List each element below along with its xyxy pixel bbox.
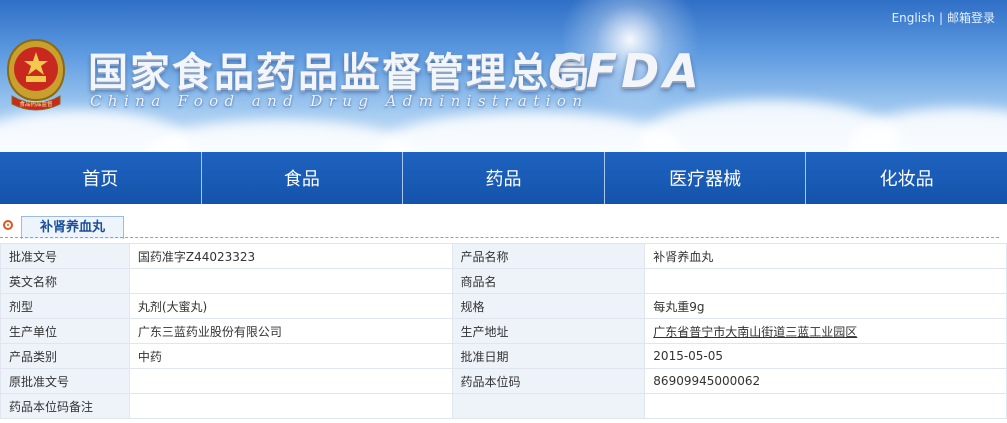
- national-emblem-icon: 食品药品监督: [6, 38, 66, 111]
- field-value: 2015-05-05: [644, 343, 1007, 369]
- cloud-decoration: [850, 108, 1007, 152]
- field-label: 英文名称: [0, 268, 130, 294]
- link-separator: |: [938, 11, 943, 25]
- nav-item-home[interactable]: 首页: [0, 152, 202, 204]
- field-label: 生产地址: [451, 318, 646, 344]
- site-title-en: China Food and Drug Administration: [90, 92, 589, 110]
- field-value: [128, 368, 453, 394]
- table-row: 生产单位 广东三蓝药业股份有限公司 生产地址 广东省普宁市大南山街道三蓝工业园区: [0, 318, 1007, 344]
- field-value: 86909945000062: [644, 368, 1007, 394]
- field-value: 补肾养血丸: [644, 243, 1007, 269]
- emblem-caption: 食品药品监督: [19, 100, 53, 108]
- field-value: 丸剂(大蜜丸): [128, 293, 453, 319]
- field-value: 广东省普宁市大南山街道三蓝工业园区: [644, 318, 1007, 344]
- field-label: 剂型: [0, 293, 130, 319]
- cloud-decoration: [380, 112, 680, 152]
- table-row: 产品类别 中药 批准日期 2015-05-05: [0, 343, 1007, 369]
- nav-item-drugs[interactable]: 药品: [403, 152, 605, 204]
- field-value: 中药: [128, 343, 453, 369]
- mail-login-link[interactable]: 邮箱登录: [947, 11, 995, 25]
- field-value: 国药准字Z44023323: [128, 243, 453, 269]
- address-link[interactable]: 广东省普宁市大南山街道三蓝工业园区: [653, 325, 857, 339]
- site-title-cn: 国家食品药品监督管理总局: [88, 49, 592, 96]
- field-label: 商品名: [451, 268, 646, 294]
- site-banner: English | 邮箱登录 食品药品监督 国家食品药品监督管理总局 China F…: [0, 0, 1007, 152]
- field-label: 生产单位: [0, 318, 130, 344]
- cfda-logo: CFDA: [548, 44, 703, 98]
- table-row: 原批准文号 药品本位码 86909945000062: [0, 368, 1007, 394]
- nav-item-food[interactable]: 食品: [201, 152, 404, 204]
- field-value: [644, 268, 1007, 294]
- field-label: 药品本位码: [451, 368, 646, 394]
- field-label: 产品名称: [451, 243, 646, 269]
- field-label: 产品类别: [0, 343, 130, 369]
- english-link[interactable]: English: [892, 11, 935, 25]
- nav-item-medical-devices[interactable]: 医疗器械: [604, 152, 807, 204]
- section-header: 补肾养血丸: [0, 204, 1007, 240]
- nav-item-cosmetics[interactable]: 化妆品: [806, 152, 1007, 204]
- field-value: 广东三蓝药业股份有限公司: [128, 318, 453, 344]
- field-label: [451, 393, 646, 419]
- table-row: 英文名称 商品名: [0, 268, 1007, 294]
- drug-detail-table: 批准文号 国药准字Z44023323 产品名称 补肾养血丸 英文名称 商品名 剂…: [0, 243, 1007, 419]
- table-row: 批准文号 国药准字Z44023323 产品名称 补肾养血丸: [0, 243, 1007, 269]
- cloud-decoration: [150, 120, 410, 152]
- tab-product-name[interactable]: 补肾养血丸: [21, 216, 125, 239]
- top-links: English | 邮箱登录: [892, 9, 995, 26]
- field-label: 批准文号: [0, 243, 130, 269]
- field-label: 规格: [451, 293, 646, 319]
- bullet-icon: [3, 220, 13, 230]
- field-label: 药品本位码备注: [0, 393, 130, 419]
- table-row: 剂型 丸剂(大蜜丸) 规格 每丸重9g: [0, 293, 1007, 319]
- field-value: [128, 268, 453, 294]
- field-value: [644, 393, 1007, 419]
- field-value: 每丸重9g: [644, 293, 1007, 319]
- table-row: 药品本位码备注: [0, 393, 1007, 419]
- field-label: 批准日期: [451, 343, 646, 369]
- field-value: [128, 393, 453, 419]
- field-label: 原批准文号: [0, 368, 130, 394]
- main-nav: 首页 食品 药品 医疗器械 化妆品: [0, 152, 1007, 204]
- divider: [0, 237, 999, 238]
